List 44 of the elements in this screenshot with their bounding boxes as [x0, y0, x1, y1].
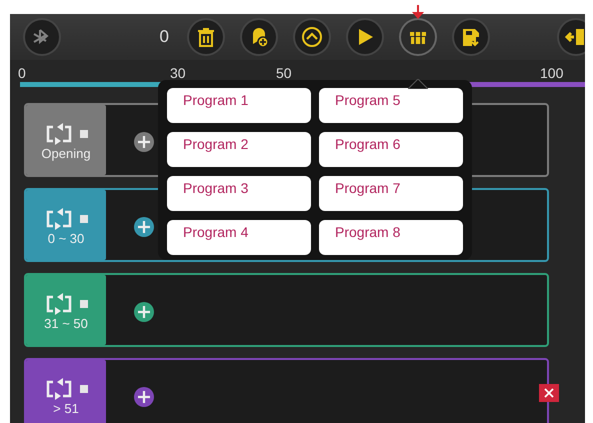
- add-button[interactable]: [134, 215, 154, 235]
- program-button[interactable]: Program 6: [319, 132, 463, 167]
- trigger-label: 31 ~ 50: [44, 316, 88, 330]
- loop-icon: [44, 376, 74, 402]
- trigger-tile[interactable]: Opening: [26, 105, 106, 175]
- exit-button[interactable]: [559, 20, 585, 54]
- chevron-up-icon: [301, 26, 323, 48]
- program-button[interactable]: Program 5: [319, 88, 463, 123]
- scale-label: 100: [540, 64, 564, 83]
- stop-square-icon: [80, 130, 88, 138]
- add-button[interactable]: [134, 385, 154, 405]
- exit-icon: [565, 26, 585, 48]
- program-button[interactable]: Program 7: [319, 176, 463, 211]
- scale-label: 30: [170, 64, 186, 83]
- delete-button[interactable]: [539, 384, 559, 402]
- program-button[interactable]: Program 8: [319, 220, 463, 255]
- scale-label: 0: [18, 64, 26, 83]
- add-button[interactable]: [134, 130, 154, 150]
- play-button[interactable]: [348, 20, 382, 54]
- loop-icon: [44, 290, 74, 316]
- program-button[interactable]: Program 3: [167, 176, 311, 211]
- save-icon: [460, 26, 482, 48]
- add-button[interactable]: [134, 300, 154, 320]
- scale-label: 50: [276, 64, 292, 83]
- stop-square-icon: [80, 214, 88, 222]
- stop-square-icon: [80, 384, 88, 392]
- loop-icon: [44, 120, 74, 146]
- chevron-up-button[interactable]: [295, 20, 329, 54]
- trigger-tile[interactable]: > 51: [26, 360, 106, 423]
- trash-button[interactable]: [189, 20, 223, 54]
- trigger-label: Opening: [41, 146, 91, 160]
- program-button[interactable]: Program 2: [167, 132, 311, 167]
- counter-value: 0: [158, 26, 169, 48]
- trash-icon: [195, 26, 217, 48]
- loop-icon: [44, 206, 74, 232]
- add-button[interactable]: [242, 20, 276, 54]
- arrow-icon: [412, 4, 424, 19]
- stop-square-icon: [80, 300, 88, 308]
- program-button[interactable]: Program 4: [167, 220, 311, 255]
- program-button[interactable]: Program 1: [167, 88, 311, 123]
- trigger-label: 0 ~ 30: [48, 232, 84, 244]
- trigger-label: > 51: [53, 402, 79, 414]
- save-button[interactable]: [454, 20, 488, 54]
- close-icon: [544, 388, 554, 398]
